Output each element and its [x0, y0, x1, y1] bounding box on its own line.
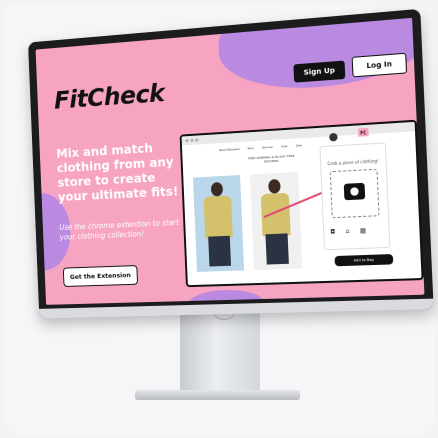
- camera-icon: ◘: [330, 228, 335, 235]
- demo-screenshot: New Releases Men Women Kids Sale FREE SH…: [180, 120, 424, 288]
- extension-badge: FC: [358, 128, 369, 137]
- pants: [265, 233, 288, 264]
- model-head: [211, 182, 223, 197]
- store-nav-item: Kids: [281, 144, 288, 148]
- store-nav-item: New Releases: [219, 147, 240, 152]
- store-nav-item: Men: [247, 146, 253, 150]
- monitor: FitCheck Sign Up Log In Mix and match cl…: [28, 9, 434, 319]
- panel-prompt: Grab a piece of clothing!: [327, 158, 379, 166]
- get-extension-button[interactable]: Get the Extension: [63, 265, 138, 287]
- signup-button[interactable]: Sign Up: [293, 61, 345, 83]
- site-logo[interactable]: FitCheck: [53, 78, 165, 114]
- extension-panel: Grab a piece of clothing! ◘ ⌂ ▦: [319, 142, 390, 250]
- model-head: [268, 179, 281, 194]
- product-image: [193, 175, 244, 272]
- website-screen: FitCheck Sign Up Log In Mix and match cl…: [36, 18, 425, 305]
- window-dot: [186, 139, 189, 142]
- pants: [208, 236, 231, 267]
- hero-headline: Mix and match clothing from any store to…: [56, 139, 180, 204]
- grid-icon: ▦: [360, 227, 366, 234]
- product-image: [250, 172, 302, 270]
- hoodie: [204, 196, 233, 239]
- logo-text: FitCheck: [53, 78, 165, 114]
- add-to-bag-button: Add to Bag: [335, 254, 394, 266]
- store-nav-item: Women: [262, 145, 273, 150]
- store-nav-item: Sale: [296, 143, 303, 147]
- window-dot: [190, 139, 193, 142]
- camera-icon: [344, 183, 365, 200]
- hanger-icon: ⌂: [345, 228, 349, 235]
- drop-zone: [330, 169, 380, 219]
- panel-toolbar: ◘ ⌂ ▦: [330, 227, 366, 236]
- hero-subtext: Use the chrome extention to start your c…: [59, 218, 182, 243]
- login-button[interactable]: Log In: [352, 53, 407, 78]
- window-dot: [195, 138, 198, 141]
